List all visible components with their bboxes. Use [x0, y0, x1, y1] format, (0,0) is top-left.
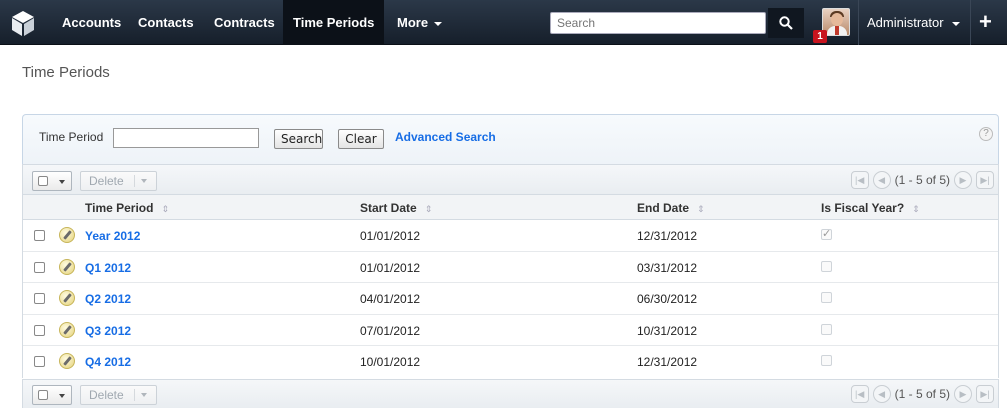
select-all-dropdown[interactable]	[32, 385, 72, 405]
table-header-row: Time Period ⇕ Start Date ⇕ End Date ⇕ Is Fi…	[23, 195, 998, 220]
chevron-down-icon	[59, 394, 65, 398]
edit-pencil-icon[interactable]	[59, 353, 75, 369]
column-header-start-date[interactable]: Start Date ⇕	[360, 201, 432, 215]
notification-badge[interactable]: 1	[813, 30, 827, 43]
first-page-icon[interactable]: |◀	[850, 385, 869, 403]
fiscal-year-unchecked-icon	[821, 355, 832, 366]
checkbox-icon	[38, 390, 48, 400]
search-button[interactable]	[768, 8, 804, 38]
time-period-link[interactable]: Year 2012	[85, 229, 140, 243]
top-navigation-bar: Accounts Contacts Contracts Time Periods…	[0, 0, 1007, 45]
table-row: Q2 2012 04/01/2012 06/30/2012	[23, 283, 998, 315]
quick-create-plus-icon[interactable]: +	[970, 0, 1007, 45]
sort-icon: ⇕	[161, 204, 170, 214]
column-header-time-period[interactable]: Time Period ⇕	[85, 201, 169, 215]
time-period-link[interactable]: Q3 2012	[85, 324, 131, 338]
cube-logo-icon[interactable]	[0, 0, 46, 45]
page-range-text: (1 - 5 of 5)	[894, 387, 950, 401]
time-period-filter-input[interactable]	[113, 128, 259, 148]
list-toolbar-bottom: Delete |◀ ◀ (1 - 5 of 5) ▶ ▶|	[22, 379, 999, 408]
chevron-down-icon	[59, 180, 65, 184]
last-page-icon[interactable]: ▶|	[976, 171, 994, 189]
fiscal-year-unchecked-icon	[821, 323, 832, 335]
time-period-filter-label: Time Period	[39, 130, 104, 144]
list-toolbar-top: Delete |◀ ◀ (1 - 5 of 5) ▶ ▶|	[22, 164, 999, 195]
table-row: Q3 2012 07/01/2012 10/31/2012	[23, 315, 998, 346]
end-date-cell: 10/31/2012	[637, 323, 698, 338]
user-menu[interactable]: Administrator	[858, 0, 960, 45]
end-date-cell: 03/31/2012	[637, 260, 698, 275]
delete-label: Delete	[89, 174, 124, 188]
page-range-text: (1 - 5 of 5)	[894, 173, 950, 187]
end-date-cell: 12/31/2012	[637, 355, 698, 369]
table-row: Q4 2012 10/01/2012 12/31/2012	[23, 346, 998, 378]
last-page-icon[interactable]: ▶|	[976, 385, 994, 403]
page-title: Time Periods	[22, 64, 110, 81]
chevron-down-icon	[141, 393, 147, 397]
nav-contracts[interactable]: Contracts	[204, 0, 285, 45]
column-header-is-fiscal-year[interactable]: Is Fiscal Year? ⇕	[821, 201, 920, 215]
search-icon	[779, 16, 793, 30]
select-all-dropdown[interactable]	[32, 171, 72, 191]
next-page-icon[interactable]: ▶	[954, 385, 972, 403]
delete-button[interactable]: Delete	[80, 171, 157, 191]
user-name: Administrator	[867, 15, 944, 30]
table-row: Year 2012 01/01/2012 12/31/2012	[23, 220, 998, 252]
previous-page-icon[interactable]: ◀	[872, 171, 891, 189]
filter-search-button[interactable]: Search	[274, 129, 323, 149]
fiscal-year-unchecked-icon	[821, 292, 832, 303]
chevron-down-icon	[434, 21, 443, 26]
checkbox-icon	[38, 176, 48, 186]
start-date-cell: 07/01/2012	[360, 323, 421, 338]
chevron-down-icon	[951, 21, 960, 26]
time-period-link[interactable]: Q1 2012	[85, 261, 131, 275]
fiscal-year-unchecked-icon	[821, 260, 832, 272]
next-page-icon[interactable]: ▶	[954, 171, 972, 189]
end-date-cell: 06/30/2012	[637, 292, 698, 306]
time-period-link[interactable]: Q2 2012	[85, 292, 131, 306]
nav-contacts[interactable]: Contacts	[128, 0, 204, 45]
end-date-cell: 12/31/2012	[637, 229, 698, 243]
first-page-icon[interactable]: |◀	[850, 171, 869, 189]
global-search-input[interactable]	[550, 12, 766, 34]
pagination: |◀ ◀ (1 - 5 of 5) ▶ ▶|	[850, 170, 994, 190]
sort-icon: ⇕	[424, 204, 433, 214]
filter-clear-button[interactable]: Clear	[338, 129, 384, 149]
delete-button[interactable]: Delete	[80, 385, 157, 405]
help-icon[interactable]: ?	[979, 127, 993, 141]
row-checkbox[interactable]	[34, 356, 45, 367]
advanced-search-link[interactable]: Advanced Search	[395, 130, 496, 144]
start-date-cell: 04/01/2012	[360, 292, 421, 306]
edit-pencil-icon[interactable]	[59, 321, 75, 338]
start-date-cell: 10/01/2012	[360, 355, 421, 369]
edit-pencil-icon[interactable]	[59, 290, 75, 306]
column-header-end-date[interactable]: End Date ⇕	[637, 201, 705, 215]
row-checkbox[interactable]	[34, 261, 45, 273]
pagination: |◀ ◀ (1 - 5 of 5) ▶ ▶|	[850, 384, 994, 404]
sort-icon: ⇕	[697, 204, 705, 214]
edit-pencil-icon[interactable]	[59, 258, 75, 275]
sort-icon: ⇕	[912, 204, 920, 214]
start-date-cell: 01/01/2012	[360, 229, 421, 243]
row-checkbox[interactable]	[34, 293, 45, 304]
previous-page-icon[interactable]: ◀	[872, 385, 891, 403]
time-periods-table: Time Period ⇕ Start Date ⇕ End Date ⇕ Is Fi…	[22, 195, 999, 378]
row-checkbox[interactable]	[34, 230, 45, 241]
nav-time-periods[interactable]: Time Periods	[283, 0, 385, 45]
fiscal-year-checked-icon	[821, 227, 832, 240]
nav-more-label: More	[397, 15, 429, 30]
chevron-down-icon	[141, 179, 147, 183]
edit-pencil-icon[interactable]	[59, 227, 75, 243]
table-row: Q1 2012 01/01/2012 03/31/2012	[23, 252, 998, 283]
start-date-cell: 01/01/2012	[360, 260, 421, 275]
delete-label: Delete	[89, 388, 124, 402]
nav-accounts[interactable]: Accounts	[52, 0, 131, 45]
row-checkbox[interactable]	[34, 324, 45, 336]
time-period-link[interactable]: Q4 2012	[85, 355, 131, 369]
nav-more-menu[interactable]: More	[387, 0, 452, 45]
